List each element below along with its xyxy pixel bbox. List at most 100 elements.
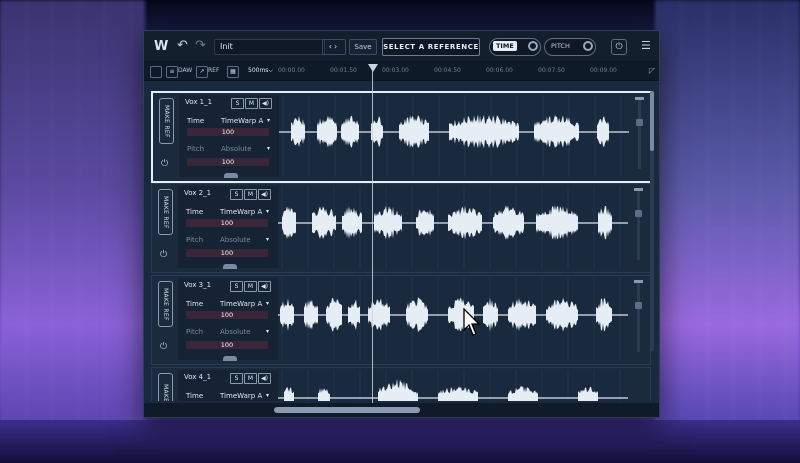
- make-ref-button[interactable]: MAKE REF: [158, 281, 173, 327]
- waveform-display[interactable]: [278, 370, 628, 401]
- vertical-scroll-thumb[interactable]: [650, 91, 654, 151]
- volume-slider[interactable]: [634, 280, 643, 352]
- playhead-line[interactable]: [372, 65, 373, 417]
- time-knob-icon[interactable]: [528, 41, 538, 51]
- timeline-ruler: ≡ DAW ↗ REF ▦ 500ms⌵ 00:00.00 00:01.50 0…: [144, 62, 659, 81]
- time-amount-slider[interactable]: 100: [186, 219, 268, 227]
- track-power-icon[interactable]: ⏻: [160, 342, 167, 352]
- chevron-down-icon[interactable]: ▾: [266, 208, 269, 215]
- time-toggle[interactable]: TIME: [489, 38, 541, 56]
- speaker-icon[interactable]: ◀): [259, 98, 272, 109]
- mute-button[interactable]: M: [244, 281, 257, 292]
- horizontal-scroll-thumb[interactable]: [274, 407, 420, 413]
- time-mode-select[interactable]: TimeWarp A: [221, 117, 263, 125]
- horizontal-scrollbar[interactable]: [144, 403, 659, 417]
- chevron-down-icon[interactable]: ▾: [267, 117, 270, 124]
- solo-button[interactable]: S: [230, 373, 243, 384]
- time-label: Time: [186, 392, 204, 400]
- time-mode-select[interactable]: TimeWarp A: [220, 208, 262, 216]
- waveform-display[interactable]: [278, 186, 628, 268]
- expand-handle[interactable]: [223, 264, 237, 269]
- solo-button[interactable]: S: [230, 281, 243, 292]
- volume-slider[interactable]: [635, 97, 644, 169]
- waveform-display[interactable]: [278, 278, 628, 360]
- time-amount-slider[interactable]: 100: [187, 128, 269, 136]
- track-vox-2[interactable]: MAKE REF ⏻ Vox 2_1 S M ◀) Time TimeWarp …: [151, 183, 651, 273]
- pitch-knob-icon[interactable]: [583, 41, 593, 51]
- tick-label: 00:04.50: [434, 67, 461, 74]
- save-button[interactable]: Save: [349, 39, 377, 55]
- waveform-segment: [341, 115, 359, 148]
- mute-button[interactable]: M: [244, 189, 257, 200]
- waveform-segment: [312, 206, 336, 239]
- plugin-window: W ↶ ↷ Init ‹› Save SELECT A REFERENCE TI…: [143, 30, 660, 418]
- slider-knob[interactable]: [635, 302, 642, 309]
- select-reference-button[interactable]: SELECT A REFERENCE: [382, 38, 480, 56]
- slider-knob[interactable]: [635, 210, 642, 217]
- make-ref-button[interactable]: MAKE REF: [158, 189, 173, 235]
- preset-name-field[interactable]: Init: [214, 39, 325, 55]
- grid-toggle-icon[interactable]: [150, 66, 162, 78]
- redo-icon[interactable]: ↷: [195, 38, 206, 53]
- waveform-segment: [282, 206, 296, 239]
- pitch-mode-select[interactable]: Absolute: [220, 236, 251, 244]
- snap-grid-icon[interactable]: ▦: [227, 66, 239, 78]
- pitch-amount-slider[interactable]: 100: [186, 341, 268, 349]
- make-ref-button[interactable]: MAKE REF: [159, 98, 174, 144]
- preset-nav-arrows[interactable]: ‹›: [322, 39, 346, 55]
- pitch-amount-slider[interactable]: 100: [187, 158, 269, 166]
- vertical-scrollbar[interactable]: [650, 91, 654, 351]
- chevron-down-icon[interactable]: ▾: [266, 236, 269, 243]
- waveform-segment: [483, 297, 498, 332]
- slider-top: [634, 188, 643, 191]
- waveform-segment: [546, 297, 578, 332]
- daw-icon[interactable]: ≡: [166, 66, 178, 78]
- menu-icon[interactable]: ☰: [641, 39, 651, 52]
- waveform-segment: [399, 115, 429, 148]
- waveform-segment: [348, 299, 360, 330]
- time-label: Time: [186, 208, 204, 216]
- solo-button[interactable]: S: [231, 98, 244, 109]
- chevron-down-icon[interactable]: ▾: [266, 328, 269, 335]
- speaker-icon[interactable]: ◀): [258, 281, 271, 292]
- expand-handle[interactable]: [224, 173, 238, 178]
- power-icon[interactable]: ⏻: [611, 39, 627, 55]
- chevron-down-icon[interactable]: ▾: [267, 145, 270, 152]
- track-vox-4[interactable]: MAKE R Vox 4_1 S M ◀) Time TimeWarp A ▾ …: [151, 367, 651, 401]
- corner-resize-icon[interactable]: ◸: [649, 66, 655, 75]
- pitch-mode-select[interactable]: Absolute: [220, 328, 251, 336]
- slider-knob[interactable]: [636, 119, 643, 126]
- chevron-down-icon[interactable]: ▾: [266, 300, 269, 307]
- pitch-mode-select[interactable]: Absolute: [221, 145, 252, 153]
- slider-top: [635, 97, 644, 100]
- time-mode-select[interactable]: TimeWarp A: [220, 392, 262, 400]
- pitch-amount-slider[interactable]: 100: [186, 249, 268, 257]
- chevron-down-icon[interactable]: ▾: [266, 392, 269, 399]
- mute-button[interactable]: M: [244, 373, 257, 384]
- track-vox-3[interactable]: MAKE REF ⏻ Vox 3_1 S M ◀) Time TimeWarp …: [151, 275, 651, 365]
- offset-dropdown[interactable]: 500ms⌵: [248, 67, 273, 75]
- waveform-segment: [508, 298, 536, 332]
- speaker-icon[interactable]: ◀): [258, 373, 271, 384]
- time-amount-slider[interactable]: 100: [186, 311, 268, 319]
- track-power-icon[interactable]: ⏻: [160, 250, 167, 260]
- pitch-toggle[interactable]: PITCH: [544, 38, 596, 56]
- pitch-toggle-label: PITCH: [551, 42, 570, 50]
- mute-button[interactable]: M: [245, 98, 258, 109]
- expand-handle[interactable]: [223, 356, 237, 361]
- waveform-segment: [416, 209, 434, 236]
- waveform-segment: [406, 297, 428, 332]
- undo-icon[interactable]: ↶: [177, 38, 188, 53]
- track-vox-1[interactable]: MAKE REF ⏻ Vox 1_1 S M ◀) Time TimeWarp …: [151, 91, 653, 183]
- track-power-icon[interactable]: ⏻: [161, 159, 168, 169]
- make-ref-button[interactable]: MAKE R: [158, 373, 173, 401]
- speaker-icon[interactable]: ◀): [258, 189, 271, 200]
- waveform-display[interactable]: [279, 95, 629, 177]
- ref-icon[interactable]: ↗: [196, 66, 208, 78]
- tick-label: 00:03.00: [382, 67, 409, 74]
- volume-slider[interactable]: [634, 188, 643, 260]
- time-mode-select[interactable]: TimeWarp A: [220, 300, 262, 308]
- tick-label: 00:07.50: [538, 67, 565, 74]
- solo-button[interactable]: S: [230, 189, 243, 200]
- playhead-marker-icon[interactable]: [368, 64, 378, 72]
